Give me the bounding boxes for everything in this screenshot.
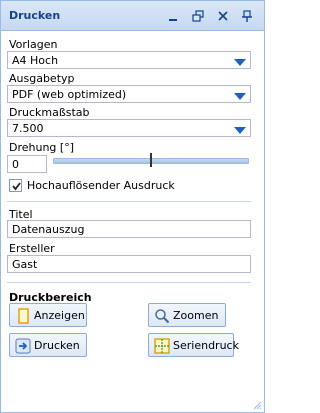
massstab-select[interactable]: 7.500 [7, 119, 251, 137]
massstab-value: 7.500 [12, 122, 44, 135]
ersteller-value: Gast [12, 258, 38, 271]
drehung-slider-thumb[interactable] [149, 153, 153, 167]
zoomen-label: Zoomen [173, 309, 219, 322]
anzeigen-label: Anzeigen [34, 309, 85, 322]
drehung-value: 0 [12, 158, 19, 171]
massstab-label: Druckmaßstab [9, 106, 90, 119]
drehung-input[interactable]: 0 [7, 155, 47, 173]
vorlagen-value: A4 Hoch [12, 54, 59, 67]
panel-title: Drucken [9, 9, 61, 22]
ersteller-label: Ersteller [9, 242, 55, 255]
resize-handle-icon[interactable] [252, 400, 262, 410]
grid-icon [154, 338, 170, 354]
ersteller-input[interactable]: Gast [7, 255, 251, 273]
anzeigen-button[interactable]: Anzeigen [9, 303, 87, 327]
vorlagen-select[interactable]: A4 Hoch [7, 51, 251, 69]
seriendruck-label: Seriendruck [173, 339, 239, 352]
zoomen-button[interactable]: Zoomen [148, 303, 226, 327]
magnifier-icon [154, 308, 170, 324]
titel-input[interactable]: Datenauszug [7, 220, 251, 238]
chevron-down-icon[interactable] [234, 91, 246, 100]
print-arrow-icon [15, 338, 31, 354]
vorlagen-label: Vorlagen [9, 38, 58, 51]
pin-icon[interactable] [239, 8, 255, 24]
hires-checkbox[interactable] [9, 179, 22, 192]
chevron-down-icon[interactable] [234, 57, 246, 66]
chevron-down-icon[interactable] [234, 125, 246, 134]
restore-icon[interactable] [190, 8, 206, 24]
seriendruck-button[interactable]: Seriendruck [148, 333, 239, 357]
divider [7, 282, 251, 283]
page-icon [15, 308, 31, 324]
titel-value: Datenauszug [12, 223, 85, 236]
ausgabetyp-value: PDF (web optimized) [12, 88, 127, 101]
ausgabetyp-label: Ausgabetyp [9, 72, 75, 85]
minimize-icon[interactable] [165, 8, 181, 24]
drehung-label: Drehung [°] [9, 141, 74, 154]
close-icon[interactable] [215, 8, 231, 24]
print-panel: Drucken Vorlagen A4 Hoch Ausgabetyp PDF … [0, 0, 265, 413]
drucken-label: Drucken [34, 339, 80, 352]
divider [7, 201, 251, 202]
ausgabetyp-select[interactable]: PDF (web optimized) [7, 85, 251, 103]
panel-titlebar[interactable]: Drucken [1, 1, 264, 31]
hires-label: Hochauflösender Ausdruck [27, 179, 175, 192]
drucken-button[interactable]: Drucken [9, 333, 87, 357]
